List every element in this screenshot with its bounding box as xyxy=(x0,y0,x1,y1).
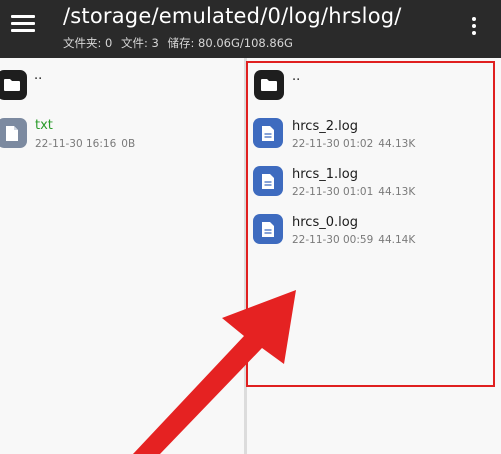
file-date: 22-11-30 01:01 xyxy=(292,186,374,198)
file-meta: 22-11-30 01:01 44.13K xyxy=(292,186,420,198)
parent-label: .. xyxy=(292,69,301,84)
list-item[interactable]: txt 22-11-30 16:16 0B xyxy=(0,116,244,160)
file-name: hrcs_0.log xyxy=(292,215,358,230)
file-name: txt xyxy=(35,118,53,133)
file-name: hrcs_1.log xyxy=(292,167,358,182)
app-bar: /storage/emulated/0/log/hrslog/ 文件夹: 0 文… xyxy=(0,0,501,58)
list-item[interactable]: hrcs_1.log 22-11-30 01:01 44.13K xyxy=(247,163,501,207)
file-size: 0B xyxy=(121,138,136,150)
file-date: 22-11-30 01:02 xyxy=(292,138,374,150)
left-pane: .. txt 22-11-30 16:16 0B xyxy=(0,58,244,454)
file-name: hrcs_2.log xyxy=(292,119,358,134)
menu-icon[interactable] xyxy=(11,14,35,34)
folder-icon xyxy=(0,70,27,100)
parent-label: .. xyxy=(34,68,43,83)
file-date: 22-11-30 00:59 xyxy=(292,234,374,246)
storage-usage: 储存: 80.06G/108.86G xyxy=(167,36,293,50)
document-icon xyxy=(253,166,283,196)
right-pane: .. hrcs_2.log 22-11-30 01:02 44.13K hrcs_… xyxy=(247,58,501,454)
file-meta: 22-11-30 16:16 0B xyxy=(35,138,140,150)
list-item[interactable]: hrcs_0.log 22-11-30 00:59 44.14K xyxy=(247,211,501,255)
folder-count: 文件夹: 0 xyxy=(63,36,113,50)
directory-stats: 文件夹: 0 文件: 3 储存: 80.06G/108.86G xyxy=(63,35,298,51)
list-item[interactable]: hrcs_2.log 22-11-30 01:02 44.13K xyxy=(247,115,501,159)
file-meta: 22-11-30 01:02 44.13K xyxy=(292,138,420,150)
document-icon xyxy=(253,214,283,244)
path-title: /storage/emulated/0/log/hrslog/ xyxy=(63,4,402,28)
file-count: 文件: 3 xyxy=(121,36,159,50)
file-meta: 22-11-30 00:59 44.14K xyxy=(292,234,420,246)
parent-folder-item[interactable]: .. xyxy=(247,66,501,110)
text-file-icon xyxy=(0,118,27,148)
file-size: 44.14K xyxy=(378,234,416,246)
folder-icon xyxy=(254,70,284,100)
parent-folder-item[interactable]: .. xyxy=(0,64,244,108)
more-options-icon[interactable] xyxy=(465,15,483,37)
file-size: 44.13K xyxy=(378,186,416,198)
file-size: 44.13K xyxy=(378,138,416,150)
file-date: 22-11-30 16:16 xyxy=(35,138,117,150)
document-icon xyxy=(253,118,283,148)
